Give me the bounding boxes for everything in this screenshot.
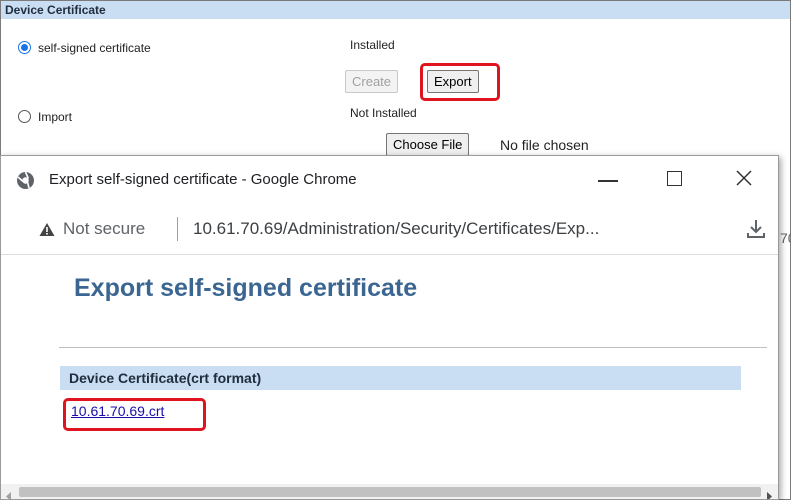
minimize-icon[interactable]: [598, 180, 618, 182]
close-icon[interactable]: [734, 168, 754, 193]
warning-icon: [39, 222, 55, 242]
address-bar[interactable]: Not secure 10.61.70.69/Administration/Se…: [1, 206, 778, 255]
horizontal-scrollbar[interactable]: [1, 484, 778, 499]
not-secure-label[interactable]: Not secure: [63, 219, 145, 239]
scroll-right-icon[interactable]: [765, 488, 773, 499]
option-label-import: Import: [38, 110, 73, 124]
radio-self-signed[interactable]: [18, 41, 31, 54]
export-popup-window: Export self-signed certificate - Google …: [0, 155, 779, 500]
window-title: Export self-signed certificate - Google …: [49, 171, 357, 188]
highlight-export: [420, 63, 500, 101]
create-button[interactable]: Create: [345, 70, 399, 93]
status-import: Not Installed: [350, 106, 417, 120]
background-peek-text: 70: [780, 230, 791, 246]
table-header: Device Certificate(crt format): [60, 366, 741, 390]
choose-file-button[interactable]: Choose File: [386, 133, 470, 156]
option-label-self-signed: self-signed certificate: [38, 41, 151, 55]
highlight-crt-link: [63, 398, 206, 431]
radio-import[interactable]: [18, 110, 31, 123]
window-titlebar: Export self-signed certificate - Google …: [1, 156, 778, 206]
status-self-signed: Installed: [350, 38, 395, 52]
chrome-globe-icon: [16, 171, 35, 195]
heading-divider: [59, 347, 767, 348]
scroll-thumb[interactable]: [19, 487, 761, 497]
scroll-left-icon[interactable]: [5, 488, 13, 499]
no-file-text: No file chosen: [500, 137, 589, 153]
maximize-icon[interactable]: [667, 171, 682, 186]
page-heading: Export self-signed certificate: [74, 274, 418, 302]
address-separator: [177, 217, 178, 241]
section-header: Device Certificate: [1, 1, 790, 19]
address-url[interactable]: 10.61.70.69/Administration/Security/Cert…: [193, 219, 599, 239]
download-icon[interactable]: [746, 218, 766, 245]
